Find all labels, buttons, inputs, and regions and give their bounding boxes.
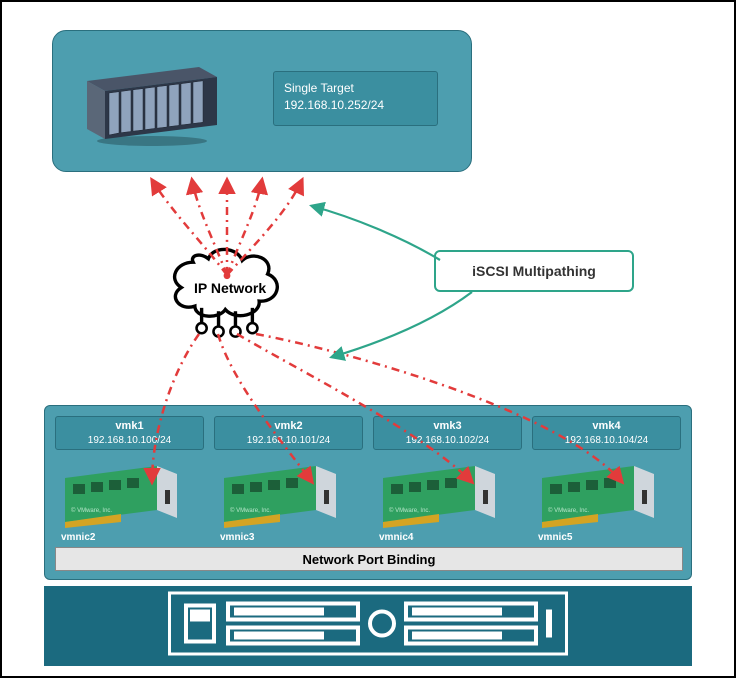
storage-array-icon [77,61,227,146]
vmnic-label: vmnic5 [538,532,572,543]
nic-card-icon: © VMware, Inc. [220,464,356,529]
svg-text:© VMware, Inc.: © VMware, Inc. [71,507,112,514]
target-title: Single Target [284,80,427,97]
vmk-ip: 192.168.10.104/24 [533,434,680,447]
vmk-slot-4: vmk4 192.168.10.104/24 © VMware, Inc. vm… [532,416,681,541]
nic-card-icon: © VMware, Inc. [538,464,674,529]
callout-text: iSCSI Multipathing [472,263,596,279]
ip-network-label: IP Network [194,280,266,296]
target-ip: 192.168.10.252/24 [284,97,427,114]
vmk-name: vmk2 [215,419,362,433]
target-panel: Single Target 192.168.10.252/24 [52,30,472,172]
svg-text:© VMware, Inc.: © VMware, Inc. [389,507,430,514]
nic-card-icon: © VMware, Inc. [61,464,197,529]
diagram-canvas: Single Target 192.168.10.252/24 [0,0,736,678]
vmk-slot-2: vmk2 192.168.10.101/24 © VMware, Inc. vm… [214,416,363,541]
target-label: Single Target 192.168.10.252/24 [273,71,438,126]
vmk-name: vmk1 [56,419,203,433]
vmk-header: vmk2 192.168.10.101/24 [214,416,363,450]
vmk-ip: 192.168.10.101/24 [215,434,362,447]
svg-text:© VMware, Inc.: © VMware, Inc. [548,507,589,514]
multipathing-callout: iSCSI Multipathing [434,250,634,292]
vmk-row: vmk1 192.168.10.100/24 © VMware, Inc. vm… [55,416,681,541]
vmk-slot-3: vmk3 192.168.10.102/24 © VMware, Inc. vm… [373,416,522,541]
vmk-slot-1: vmk1 192.168.10.100/24 © VMware, Inc. vm… [55,416,204,541]
vmk-header: vmk3 192.168.10.102/24 [373,416,522,450]
vmk-header: vmk1 192.168.10.100/24 [55,416,204,450]
svg-text:© VMware, Inc.: © VMware, Inc. [230,507,271,514]
host-panel: vmk1 192.168.10.100/24 © VMware, Inc. vm… [44,405,692,580]
server-icon [168,592,568,661]
vmk-name: vmk4 [533,419,680,433]
vmnic-label: vmnic4 [379,532,413,543]
vmk-ip: 192.168.10.100/24 [56,434,203,447]
vmk-name: vmk3 [374,419,521,433]
physical-server-panel [44,586,692,666]
port-binding-label: Network Port Binding [55,547,683,571]
vmnic-label: vmnic3 [220,532,254,543]
vmk-header: vmk4 192.168.10.104/24 [532,416,681,450]
vmnic-label: vmnic2 [61,532,95,543]
vmk-ip: 192.168.10.102/24 [374,434,521,447]
nic-card-icon: © VMware, Inc. [379,464,515,529]
